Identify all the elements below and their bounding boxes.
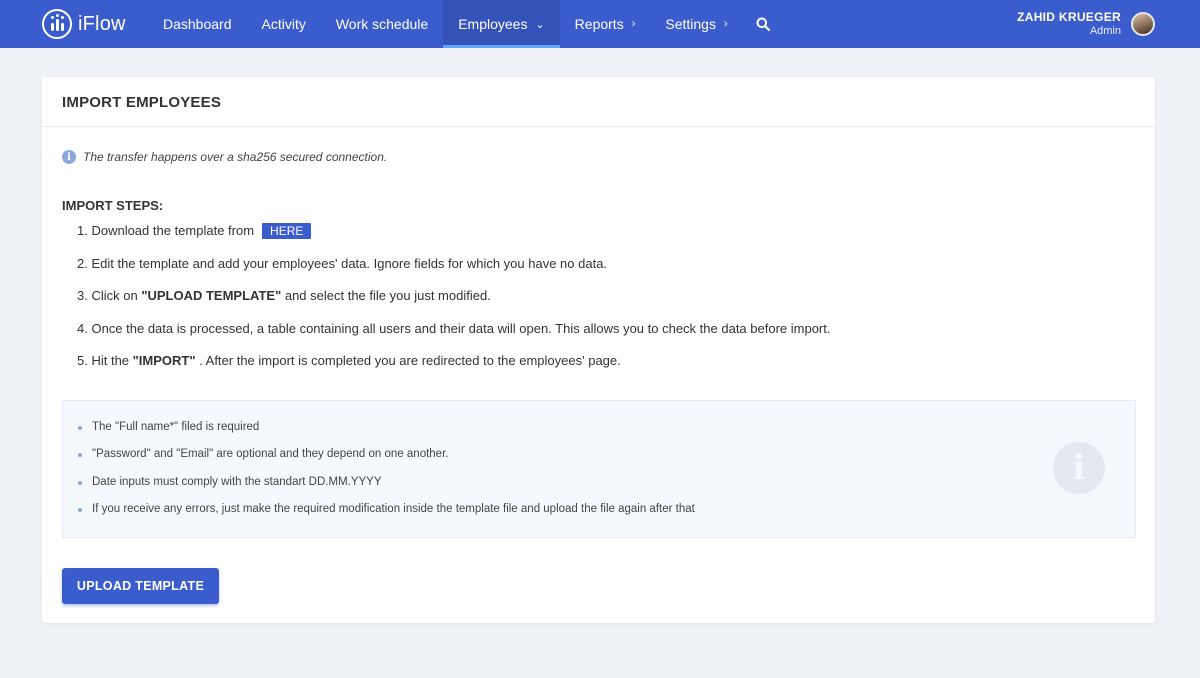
nav-reports[interactable]: Reports › (560, 0, 651, 48)
search-icon[interactable] (743, 0, 783, 48)
logo-icon (42, 9, 72, 39)
user-role: Admin (1089, 25, 1121, 37)
step-3: 3. Click on "UPLOAD TEMPLATE" and select… (77, 288, 830, 321)
nav-work-schedule-label: Work schedule (335, 16, 429, 32)
step-3-text: 3. Click on "UPLOAD TEMPLATE" and select… (77, 288, 491, 303)
step-5: 5. Hit the "IMPORT" . After the import i… (77, 353, 830, 386)
import-steps-list: 1. Download the template from HERE 2. Ed… (77, 223, 830, 386)
bullet-icon (78, 426, 82, 430)
step-1: 1. Download the template from HERE (77, 223, 830, 256)
step-3-bold: "UPLOAD TEMPLATE" (141, 288, 282, 303)
chevron-right-icon: › (631, 18, 636, 30)
step-5-text: 5. Hit the "IMPORT" . After the import i… (77, 353, 621, 368)
step-5-post: . After the import is completed you are … (195, 353, 621, 368)
list-item: If you receive any errors, just make the… (78, 503, 695, 530)
note-text: If you receive any errors, just make the… (92, 502, 695, 515)
search-icon-glyph (756, 17, 770, 31)
info-icon: i (62, 150, 76, 164)
step-5-pre: 5. Hit the (77, 353, 133, 368)
bullet-icon (78, 507, 82, 512)
steps-title: IMPORT STEPS: (62, 198, 164, 213)
list-item: "Password" and "Email" are optional and … (78, 448, 695, 475)
user-menu[interactable]: ZAHID KRUEGER Admin (1017, 10, 1155, 37)
nav-settings[interactable]: Settings › (650, 0, 742, 48)
app-name: iFlow (78, 12, 126, 35)
upload-template-button[interactable]: UPLOAD TEMPLATE (62, 568, 219, 604)
nav-employees[interactable]: Employees ⌄ (443, 0, 560, 48)
notes-list: The "Full name*" filed is required "Pass… (78, 421, 695, 530)
nav-activity[interactable]: Activity (247, 0, 321, 48)
import-notes-box: The "Full name*" filed is required "Pass… (62, 400, 1136, 538)
chevron-right-icon: › (723, 18, 728, 30)
import-employees-card: IMPORT EMPLOYEES i The transfer happens … (42, 77, 1155, 623)
main-nav: Dashboard Activity Work schedule Employe… (148, 0, 783, 48)
step-5-bold: "IMPORT" (132, 353, 196, 368)
secure-connection-note: i The transfer happens over a sha256 sec… (62, 150, 387, 164)
nav-activity-label: Activity (261, 16, 306, 32)
note-text: The "Full name*" filed is required (92, 421, 260, 433)
step-1-text: 1. Download the template from (77, 223, 255, 238)
step-2: 2. Edit the template and add your employ… (77, 256, 830, 289)
avatar[interactable] (1131, 11, 1155, 36)
nav-reports-label: Reports (574, 16, 624, 32)
list-item: Date inputs must comply with the standar… (78, 476, 695, 503)
user-info: ZAHID KRUEGER Admin (1017, 10, 1121, 37)
bullet-icon (78, 453, 82, 458)
download-template-button[interactable]: HERE (262, 223, 312, 239)
card-header: IMPORT EMPLOYEES (42, 77, 1155, 127)
step-2-text: 2. Edit the template and add your employ… (77, 255, 608, 271)
nav-dashboard-label: Dashboard (163, 16, 232, 32)
note-text: "Password" and "Email" are optional and … (92, 448, 449, 461)
nav-dashboard[interactable]: Dashboard (148, 0, 247, 48)
step-3-post: and select the file you just modified. (281, 288, 491, 303)
step-4: 4. Once the data is processed, a table c… (77, 321, 830, 354)
info-icon: i (1053, 442, 1105, 494)
list-item: The "Full name*" filed is required (78, 421, 695, 448)
step-4-text: 4. Once the data is processed, a table c… (77, 320, 831, 336)
bullet-icon (78, 480, 82, 485)
page-title: IMPORT EMPLOYEES (62, 94, 222, 111)
secure-note-text: The transfer happens over a sha256 secur… (83, 150, 388, 164)
top-navbar: iFlow Dashboard Activity Work schedule E… (0, 0, 1200, 48)
nav-work-schedule[interactable]: Work schedule (321, 0, 443, 48)
user-name: ZAHID KRUEGER (1017, 10, 1121, 24)
note-text: Date inputs must comply with the standar… (92, 475, 382, 488)
nav-employees-label: Employees (458, 16, 528, 32)
chevron-down-icon: ⌄ (535, 18, 545, 31)
nav-settings-label: Settings (665, 16, 716, 32)
step-3-pre: 3. Click on (77, 288, 142, 303)
app-logo[interactable]: iFlow (42, 9, 126, 39)
